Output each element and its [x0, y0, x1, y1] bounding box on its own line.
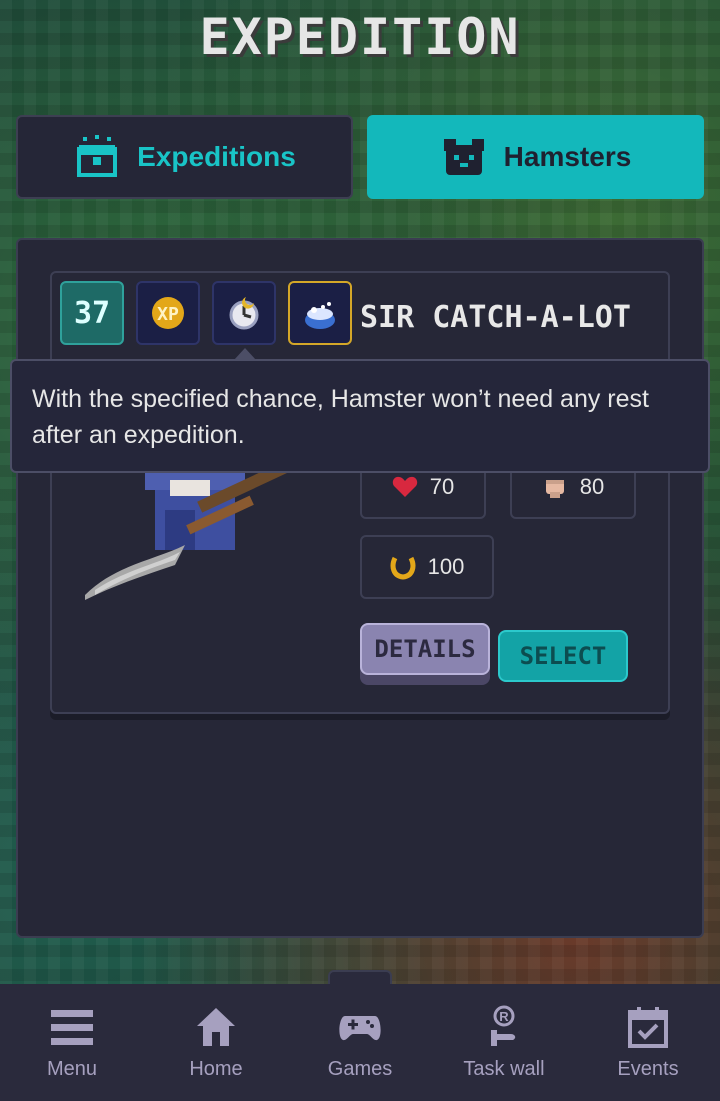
nav-home-label: Home	[189, 1058, 243, 1080]
home-icon	[197, 1008, 235, 1046]
menu-icon	[51, 1010, 93, 1045]
hamster-name: SIR CATCH-A-LOT	[360, 300, 631, 335]
page-title: EXPEDITION	[199, 8, 521, 66]
bottom-nav: Menu Home Games R Task wall Events	[0, 984, 720, 1101]
level-badge: 37	[60, 281, 124, 345]
heart-icon	[392, 476, 417, 497]
task-icon: R	[491, 1005, 516, 1046]
tab-hamsters[interactable]: Hamsters	[367, 115, 704, 199]
nav-menu-label: Menu	[46, 1058, 98, 1080]
svg-text:XP: XP	[157, 304, 179, 325]
tooltip: With the specified chance, Hamster won’t…	[10, 359, 710, 473]
nav-games-label: Games	[327, 1058, 393, 1080]
nav-task-wall[interactable]: R Task wall	[432, 1004, 576, 1081]
xp-boost-icon: XP	[152, 297, 184, 329]
details-button[interactable]: DETAILS	[360, 623, 490, 675]
tab-expeditions-label: Expeditions	[137, 141, 296, 172]
nav-menu[interactable]: Menu	[0, 1004, 144, 1081]
nav-home[interactable]: Home	[144, 1004, 288, 1081]
horseshoe-icon	[390, 556, 416, 580]
nav-task-wall-label: Task wall	[463, 1058, 545, 1080]
strength-value: 80	[579, 474, 605, 499]
health-value: 70	[429, 474, 455, 499]
chest-icon	[77, 135, 118, 177]
nav-games[interactable]: Games	[288, 1004, 432, 1081]
hamster-face-icon	[443, 139, 484, 175]
clock-badge[interactable]	[212, 281, 276, 345]
luck-value: 100	[427, 554, 465, 579]
select-button[interactable]: SELECT	[498, 630, 628, 682]
xp-badge[interactable]: XP	[136, 281, 200, 345]
luck-stat: 100	[360, 535, 494, 599]
item-badge[interactable]	[288, 281, 352, 345]
gamepad-icon	[339, 1016, 381, 1041]
nav-events-label: Events	[617, 1058, 679, 1080]
clock-icon	[229, 297, 259, 330]
calendar-icon	[628, 1007, 668, 1048]
tab-expeditions[interactable]: Expeditions	[16, 115, 353, 199]
nav-events[interactable]: Events	[576, 1004, 720, 1081]
item-pot-icon	[305, 302, 335, 329]
svg-text:R: R	[499, 1009, 509, 1024]
tab-hamsters-label: Hamsters	[503, 141, 632, 172]
fist-icon	[545, 480, 564, 498]
hamster-illustration	[75, 459, 305, 610]
